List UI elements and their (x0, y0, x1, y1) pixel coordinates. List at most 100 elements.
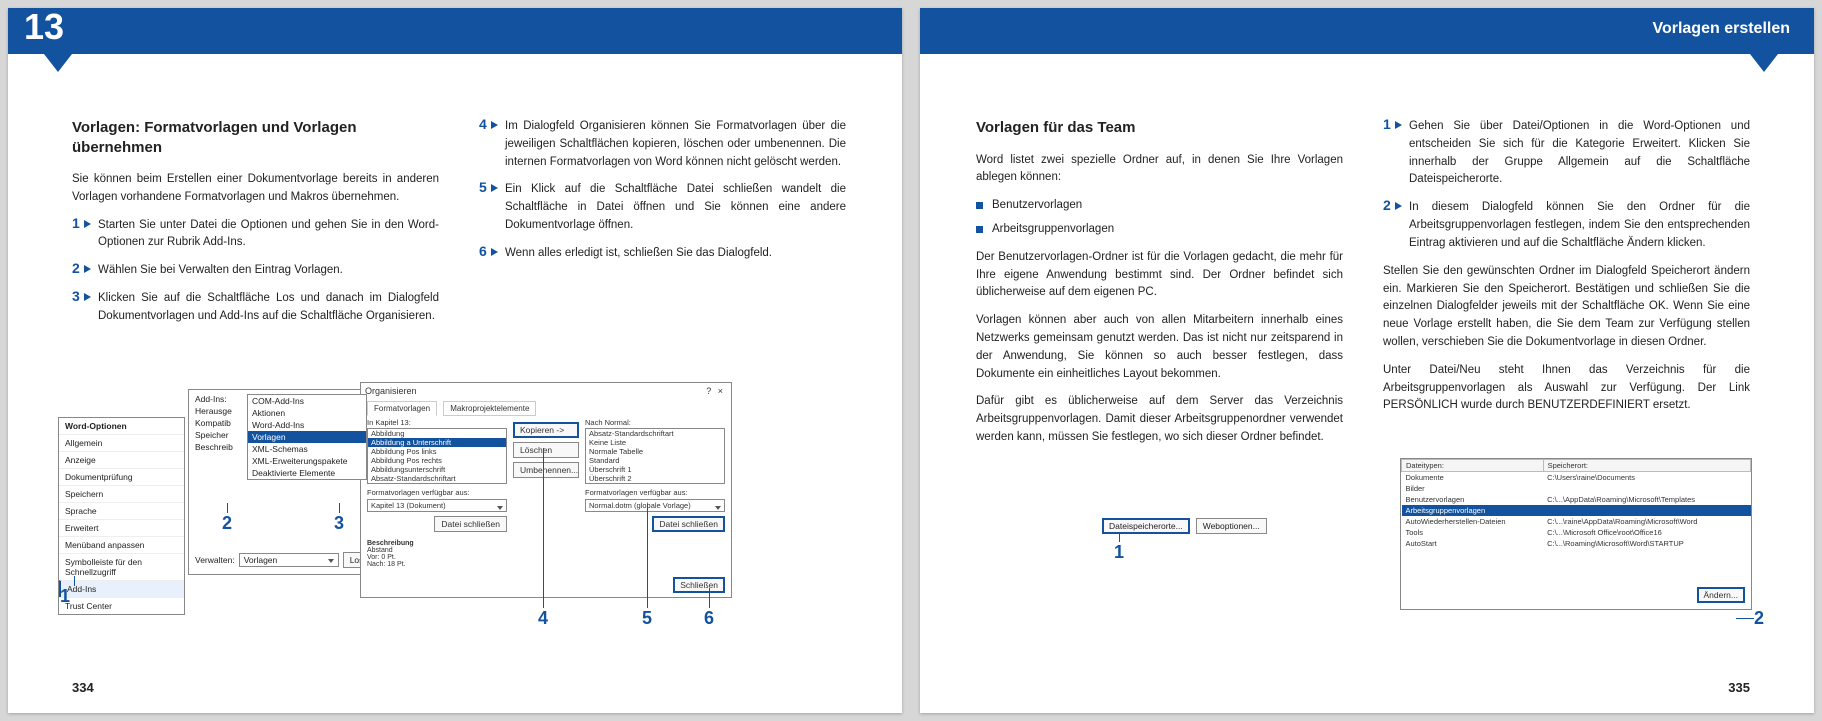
step-4: 4 Im Dialogfeld Organisieren können Sie … (479, 118, 846, 171)
list-item[interactable]: Absatz-Standardschriftart (586, 429, 724, 438)
help-icon[interactable]: ? (706, 386, 711, 396)
list-item[interactable]: Überschrift 1 (586, 465, 724, 474)
modify-button[interactable]: Ändern... (1697, 587, 1746, 603)
table-row[interactable]: AutoWiederherstellen-DateienC:\...\raine… (1402, 516, 1751, 527)
right-col-1: Vorlagen für das Team Word listet zwei s… (976, 118, 1343, 457)
verwalten-dropdown[interactable]: COM-Add-InsAktionenWord-Add-InsVorlagenX… (247, 394, 367, 480)
list-item[interactable]: Normale Tabelle (586, 447, 724, 456)
intro-text: Sie können beim Erstellen einer Dokument… (72, 171, 439, 207)
body-text: Der Benutzervorlagen-Ordner ist für die … (976, 249, 1343, 302)
table-row[interactable]: ToolsC:\...\Microsoft Office\root\Office… (1402, 527, 1751, 538)
table-row[interactable]: BenutzervorlagenC:\...\AppData\Roaming\M… (1402, 494, 1751, 505)
delete-button[interactable]: Löschen (513, 442, 579, 458)
copy-button[interactable]: Kopieren -> (513, 422, 579, 438)
word-options-item[interactable]: Add-Ins (59, 580, 184, 597)
table-row[interactable]: DokumenteC:\Users\raine\Documents (1402, 472, 1751, 484)
word-options-item[interactable]: Allgemein (59, 434, 184, 451)
file-locations-button[interactable]: Dateispeicherorte... (1102, 518, 1190, 534)
list-item[interactable]: Abbildung a Unterschrift (368, 438, 506, 447)
close-icon[interactable]: × (714, 386, 727, 396)
right-combo[interactable]: Normal.dotm (globale Vorlage) (585, 499, 725, 512)
step-num-4: 4 (479, 117, 487, 131)
dropdown-option[interactable]: Vorlagen (248, 431, 366, 443)
step-arrow-icon (491, 248, 498, 256)
left-col-1: Vorlagen: Formatvorlagen und Vorlagen üb… (72, 118, 439, 336)
step-num-1: 1 (72, 216, 80, 230)
callout-2-right: 2 (1754, 608, 1764, 629)
list-item[interactable]: Abbildung Pos links (368, 447, 506, 456)
left-list-label: In Kapitel 13: (367, 418, 507, 427)
web-options-button[interactable]: Weboptionen... (1196, 518, 1267, 534)
step-text: Klicken Sie auf die Schaltfläche Los und… (98, 292, 439, 322)
desc-line: Vor: 0 Pt. (367, 554, 725, 561)
label: Add-Ins: (195, 394, 227, 404)
left-listbox[interactable]: AbbildungAbbildung a UnterschriftAbbildu… (367, 428, 507, 484)
word-options-item[interactable]: Sprache (59, 502, 184, 519)
list-item[interactable]: Keine Liste (586, 438, 724, 447)
file-close-right-button[interactable]: Datei schließen (652, 516, 725, 532)
list-item[interactable]: Abbildung Pos rechts (368, 456, 506, 465)
step-arrow-icon (491, 184, 498, 192)
list-item[interactable]: Abbildungsunterschrift (368, 465, 506, 474)
page-number: 335 (1728, 680, 1750, 695)
list-item[interactable]: Überschrift 2 (586, 474, 724, 483)
combo-value: Kapitel 13 (Dokument) (371, 501, 446, 510)
word-options-item[interactable]: Anzeige (59, 451, 184, 468)
step-3: 3 Klicken Sie auf die Schaltfläche Los u… (72, 290, 439, 326)
table-row[interactable]: Arbeitsgruppenvorlagen (1402, 505, 1751, 516)
chapter-notch-icon (44, 54, 72, 72)
left-combo[interactable]: Kapitel 13 (Dokument) (367, 499, 507, 512)
verwalten-field[interactable]: Vorlagen (239, 553, 339, 567)
page-left: 13 Vorlagen: Formatvorlagen und Vorlagen… (8, 8, 902, 713)
callout-1-right: 1 (1114, 542, 1124, 563)
step-num-2: 2 (1383, 198, 1391, 212)
dropdown-option[interactable]: COM-Add-Ins (248, 395, 366, 407)
word-options-item[interactable]: Dokumentprüfung (59, 468, 184, 485)
right-content: Vorlagen für das Team Word listet zwei s… (976, 118, 1750, 663)
dropdown-option[interactable]: Deaktivierte Elemente (248, 467, 366, 479)
step-arrow-icon (491, 121, 498, 129)
book-spread: 13 Vorlagen: Formatvorlagen und Vorlagen… (0, 0, 1822, 721)
body-text: Unter Datei/Neu steht Ihnen das Verzeich… (1383, 362, 1750, 415)
close-dialog-button[interactable]: Schließen (673, 577, 725, 593)
step-text: Ein Klick auf die Schaltfläche Datei sch… (505, 183, 846, 231)
word-options-item[interactable]: Menüband anpassen (59, 536, 184, 553)
verwalten-label: Verwalten: (195, 555, 235, 565)
right-listbox[interactable]: Absatz-StandardschriftartKeine ListeNorm… (585, 428, 725, 484)
body-text: Stellen Sie den gewünschten Ordner im Di… (1383, 263, 1750, 352)
avail-label: Formatvorlagen verfügbar aus: (367, 488, 507, 497)
list-item[interactable]: Abbildung (368, 429, 506, 438)
list-item[interactable]: Auflistung (368, 483, 506, 484)
dropdown-option[interactable]: XML-Erweiterungspakete (248, 455, 366, 467)
table-row[interactable]: Bilder (1402, 483, 1751, 494)
file-close-left-button[interactable]: Datei schließen (434, 516, 507, 532)
dropdown-option[interactable]: Aktionen (248, 407, 366, 419)
tab-makros[interactable]: Makroprojektelemente (443, 401, 536, 416)
word-options-title: Word-Optionen (59, 418, 184, 434)
list-item[interactable]: Absatz-Standardschriftart (368, 474, 506, 483)
page-number: 334 (72, 680, 94, 695)
callout-2: 2 (222, 513, 232, 534)
chevron-down-icon (715, 506, 721, 510)
tab-formatvorlagen[interactable]: Formatvorlagen (367, 401, 437, 416)
word-options-item[interactable]: Symbolleiste für den Schnellzugriff (59, 553, 184, 580)
table-row[interactable]: AutoStartC:\...\Roaming\Microsoft\Word\S… (1402, 538, 1751, 549)
word-options-item[interactable]: Speichern (59, 485, 184, 502)
dropdown-option[interactable]: XML-Schemas (248, 443, 366, 455)
chevron-down-icon (328, 559, 334, 565)
combo-value: Normal.dotm (globale Vorlage) (589, 501, 691, 510)
list-item[interactable]: Standard (586, 456, 724, 465)
section-heading: Vorlagen: Formatvorlagen und Vorlagen üb… (72, 118, 439, 157)
callout-4: 4 (538, 608, 548, 629)
word-options-item[interactable]: Erweitert (59, 519, 184, 536)
label: Kompatib (195, 418, 236, 428)
body-text: Vorlagen können aber auch von allen Mita… (976, 312, 1343, 383)
step-num-5: 5 (479, 180, 487, 194)
word-options-item[interactable]: Trust Center (59, 597, 184, 614)
dropdown-option[interactable]: Word-Add-Ins (248, 419, 366, 431)
file-locations-buttons: Dateispeicherorte... Weboptionen... (1102, 518, 1267, 534)
step-6: 6 Wenn alles erledigt ist, schließen Sie… (479, 245, 846, 263)
label: Herausge (195, 406, 247, 416)
rename-button[interactable]: Umbenennen... (513, 462, 579, 478)
step-arrow-icon (1395, 202, 1402, 210)
